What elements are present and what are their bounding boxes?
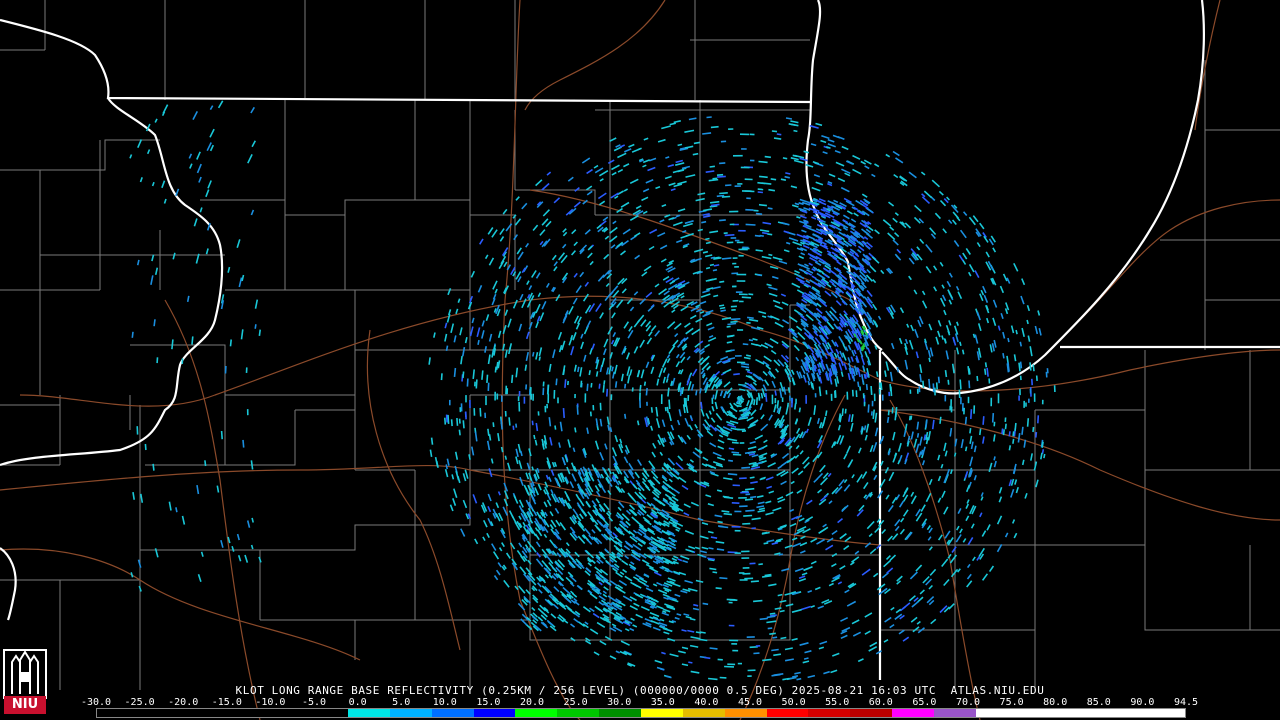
colorbar-swatch — [682, 709, 725, 717]
colorbar-swatch — [515, 709, 558, 717]
radar-map — [0, 0, 1280, 720]
colorbar-tick-label: 45.0 — [737, 697, 763, 708]
colorbar-tick-label: 80.0 — [1043, 697, 1068, 708]
colorbar-swatch — [1059, 709, 1102, 717]
colorbar-swatch — [348, 709, 390, 717]
colorbar-tick-label: 60.0 — [868, 697, 893, 708]
colorbar-swatch — [389, 709, 432, 717]
colorbar-tick-label: 85.0 — [1086, 697, 1111, 708]
colorbar-tick-label: 75.0 — [999, 697, 1024, 708]
colorbar-swatch — [180, 709, 223, 717]
colorbar-tick-label: 94.5 — [1173, 697, 1199, 708]
colorbar-swatch — [640, 709, 683, 717]
colorbar-tick-label: -15.0 — [211, 697, 242, 708]
colorbar-swatch — [599, 709, 641, 717]
colorbar-tick-label: 40.0 — [694, 697, 719, 708]
colorbar — [96, 708, 1186, 718]
colorbar-tick-label: 55.0 — [825, 697, 850, 708]
colorbar-swatch — [264, 709, 307, 717]
colorbar-swatch — [473, 709, 516, 717]
colorbar-swatch — [222, 709, 265, 717]
colorbar-tick-label: 30.0 — [607, 697, 632, 708]
colorbar-swatch — [808, 709, 851, 717]
colorbar-tick-label: 65.0 — [912, 697, 937, 708]
colorbar-swatch — [933, 709, 976, 717]
colorbar-swatch — [1143, 709, 1185, 717]
colorbar-swatch — [975, 709, 1018, 717]
colorbar-swatch — [306, 709, 349, 717]
colorbar-tick-label: -25.0 — [124, 697, 155, 708]
colorbar-tick-label: 90.0 — [1130, 697, 1155, 708]
colorbar-swatch — [97, 709, 139, 717]
colorbar-tick-label: 10.0 — [432, 697, 457, 708]
colorbar-swatch — [892, 709, 934, 717]
colorbar-swatch — [138, 709, 181, 717]
colorbar-tick-label: 35.0 — [650, 697, 675, 708]
colorbar-swatch — [766, 709, 809, 717]
colorbar-swatch — [1101, 709, 1144, 717]
colorbar-tick-label: 20.0 — [519, 697, 545, 708]
colorbar-swatch — [557, 709, 600, 717]
colorbar-swatch — [850, 709, 893, 717]
product-caption: KLOT LONG RANGE BASE REFLECTIVITY (0.25K… — [235, 684, 1045, 697]
colorbar-swatch — [431, 709, 474, 717]
colorbar-tick-label: 5.0 — [392, 697, 411, 708]
niu-logo-text: NIU — [4, 696, 46, 714]
colorbar-tick-label: 0.0 — [348, 697, 367, 708]
colorbar-tick-label: -10.0 — [255, 697, 286, 708]
colorbar-tick-label: -5.0 — [301, 697, 327, 708]
colorbar-tick-label: 50.0 — [781, 697, 806, 708]
colorbar-tick-label: 70.0 — [955, 697, 981, 708]
colorbar-tick-label: 15.0 — [476, 697, 501, 708]
colorbar-tick-label: 25.0 — [563, 697, 588, 708]
colorbar-swatch — [724, 709, 767, 717]
colorbar-tick-label: -20.0 — [168, 697, 199, 708]
colorbar-tick-label: -30.0 — [80, 697, 112, 708]
colorbar-swatch — [1017, 709, 1060, 717]
